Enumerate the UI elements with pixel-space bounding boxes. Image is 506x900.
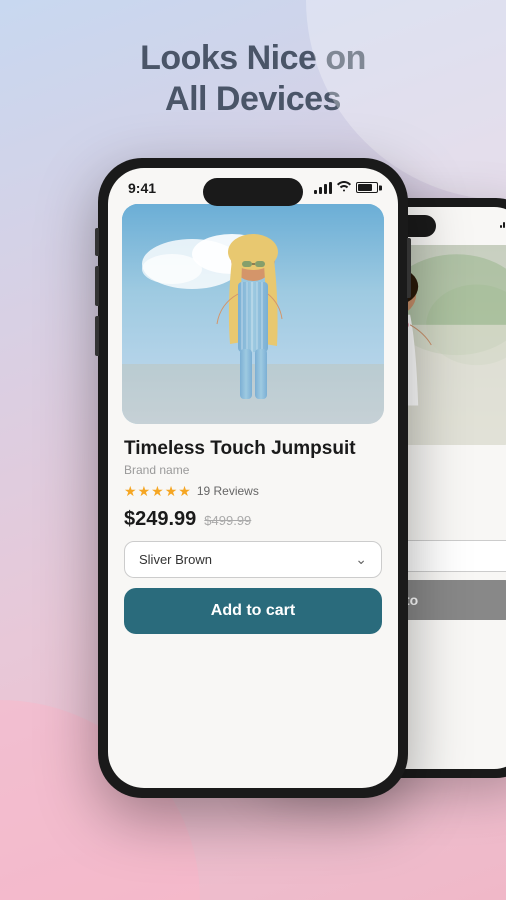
phone-button-left-volume-down bbox=[95, 316, 99, 356]
signal-icon bbox=[314, 182, 332, 194]
add-to-cart-button[interactable]: Add to cart bbox=[124, 588, 382, 634]
dynamic-island bbox=[203, 178, 303, 206]
battery-icon bbox=[356, 182, 378, 193]
phone-button-left-volume-up bbox=[95, 266, 99, 306]
star-1: ★ bbox=[124, 483, 137, 500]
brand-name: Brand name bbox=[124, 463, 382, 477]
product-name: Timeless Touch Jumpsuit bbox=[124, 438, 382, 460]
chevron-down-icon: ⌄ bbox=[355, 551, 367, 568]
phone-main: 9:41 bbox=[98, 158, 408, 798]
color-selected-text: Sliver Brown bbox=[139, 552, 212, 567]
devices-container: 9:41 bbox=[0, 148, 506, 900]
secondary-status-icons bbox=[500, 218, 506, 228]
product-info: Timeless Touch Jumpsuit Brand name ★ ★ ★… bbox=[108, 424, 398, 634]
secondary-signal-icon bbox=[500, 218, 506, 228]
phone-button-left-mute bbox=[95, 228, 99, 256]
phone-screen: 9:41 bbox=[108, 168, 398, 788]
price-current: $249.99 bbox=[124, 508, 196, 531]
stars: ★ ★ ★ ★ ★ bbox=[124, 483, 191, 500]
product-illustration bbox=[122, 204, 384, 424]
reviews-text: 19 Reviews bbox=[197, 484, 259, 498]
status-time: 9:41 bbox=[128, 180, 156, 196]
product-image bbox=[122, 204, 384, 424]
rating-row: ★ ★ ★ ★ ★ 19 Reviews bbox=[124, 483, 382, 500]
color-selector[interactable]: Sliver Brown ⌄ bbox=[124, 541, 382, 578]
phone-button-right bbox=[407, 238, 411, 298]
price-row: $249.99 $499.99 bbox=[124, 508, 382, 531]
price-original: $499.99 bbox=[204, 513, 251, 528]
star-2: ★ bbox=[138, 483, 151, 500]
product-image-background bbox=[122, 204, 384, 424]
status-icons bbox=[314, 180, 378, 195]
wifi-icon bbox=[337, 180, 351, 195]
star-4: ★ bbox=[165, 483, 178, 500]
star-5: ★ bbox=[178, 483, 191, 500]
title-line2: All Devices bbox=[165, 80, 341, 118]
star-3: ★ bbox=[151, 483, 164, 500]
